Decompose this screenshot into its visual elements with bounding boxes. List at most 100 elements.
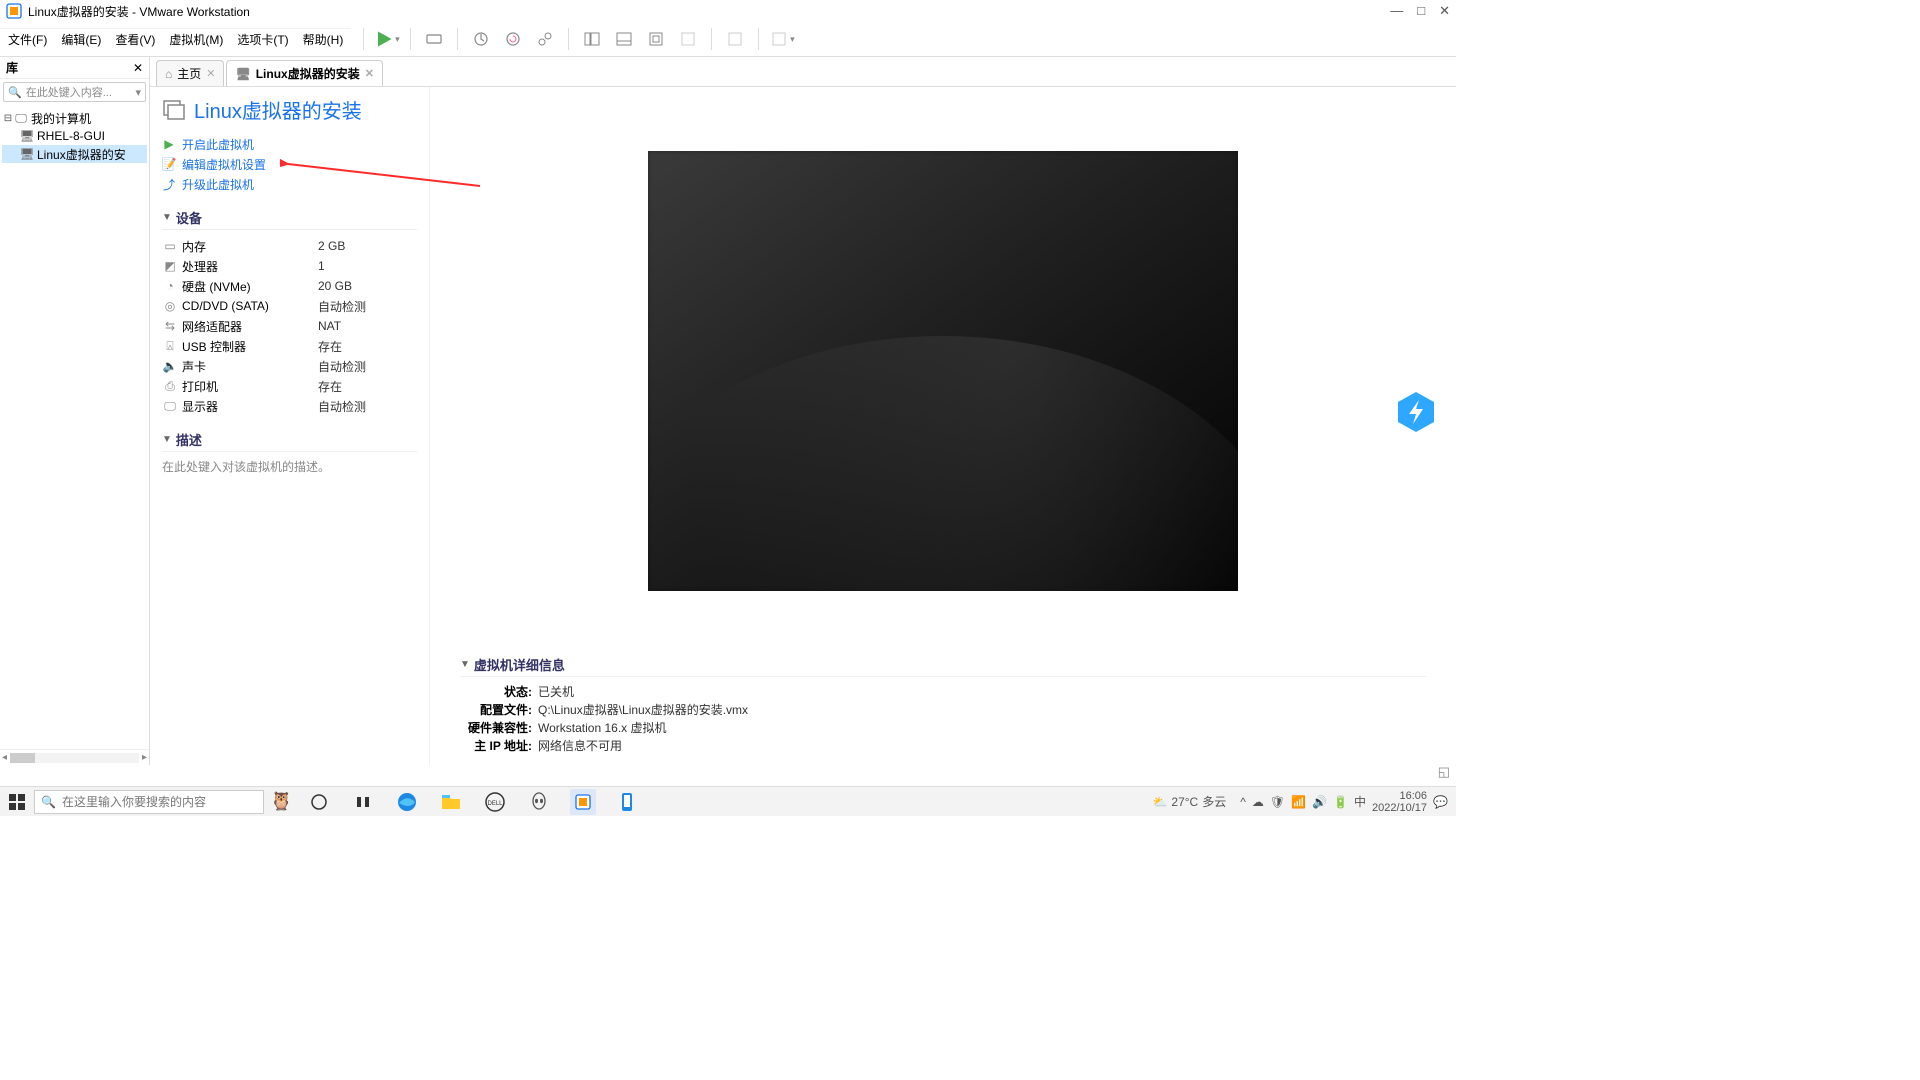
tree-item-rhel[interactable]: 🖥 RHEL-8-GUI bbox=[2, 127, 147, 145]
device-cddvd[interactable]: ◎CD/DVD (SATA)自动检测 bbox=[162, 296, 417, 316]
taskbar-clock[interactable]: 16:06 2022/10/17 bbox=[1372, 790, 1427, 814]
main-area: 库 ✕ 🔍 在此处键入内容... ▾ ⊟ 🖵 我的计算机 🖥 RHEL-8-GU… bbox=[0, 57, 1456, 765]
explorer-button[interactable] bbox=[438, 789, 464, 815]
devices-header[interactable]: ▼ 设备 bbox=[162, 208, 417, 230]
description-header[interactable]: ▼ 描述 bbox=[162, 430, 417, 452]
menu-file[interactable]: 文件(F) bbox=[8, 31, 47, 48]
stretch-button[interactable]: ▾ bbox=[769, 26, 795, 52]
search-icon: 🔍 bbox=[8, 86, 22, 99]
settings-icon: 📝 bbox=[162, 157, 176, 171]
cortana-button[interactable] bbox=[350, 789, 376, 815]
disk-icon: ◔ bbox=[162, 279, 178, 293]
security-icon[interactable]: 🛡 bbox=[1270, 795, 1285, 809]
library-search[interactable]: 🔍 在此处键入内容... ▾ bbox=[3, 82, 146, 102]
edge-button[interactable] bbox=[394, 789, 420, 815]
detail-hw-value: Workstation 16.x 虚拟机 bbox=[538, 719, 667, 737]
unity-button[interactable] bbox=[722, 26, 748, 52]
tab-vm[interactable]: 🖥 Linux虚拟器的安装 ✕ bbox=[226, 60, 382, 86]
usb-icon: ⍓ bbox=[162, 339, 178, 354]
section-title: 设备 bbox=[176, 208, 202, 227]
battery-icon[interactable]: 🔋 bbox=[1333, 795, 1348, 809]
action-edit-settings[interactable]: 📝 编辑虚拟机设置 bbox=[162, 154, 417, 174]
start-button[interactable] bbox=[0, 794, 34, 810]
tab-close-button[interactable]: ✕ bbox=[206, 67, 215, 80]
thunder-badge-icon[interactable] bbox=[1394, 390, 1438, 434]
windows-taskbar: 🔍 在这里输入你要搜索的内容 🦉 DELL ⛅ 27°C 多云 ^ ☁ 🛡 📶 … bbox=[0, 786, 1456, 816]
library-close-button[interactable]: ✕ bbox=[133, 61, 143, 75]
volume-icon[interactable]: 🔊 bbox=[1312, 795, 1327, 809]
tree-item-linux-vm[interactable]: 🖥 Linux虚拟器的安 bbox=[2, 145, 147, 163]
menu-view[interactable]: 查看(V) bbox=[115, 31, 155, 48]
vm-details-header[interactable]: ▼ 虚拟机详细信息 bbox=[460, 655, 1426, 677]
menu-tabs[interactable]: 选项卡(T) bbox=[237, 31, 288, 48]
onedrive-icon[interactable]: ☁ bbox=[1252, 795, 1264, 809]
snapshot-manager-button[interactable] bbox=[532, 26, 558, 52]
device-disk[interactable]: ◔硬盘 (NVMe)20 GB bbox=[162, 276, 417, 296]
vm-title: Linux虚拟器的安装 bbox=[162, 95, 417, 124]
menu-vm[interactable]: 虚拟机(M) bbox=[169, 31, 223, 48]
search-icon: 🔍 bbox=[41, 795, 56, 809]
chevron-down-icon: ▾ bbox=[790, 34, 795, 45]
send-ctrl-alt-del-button[interactable] bbox=[421, 26, 447, 52]
device-cpu[interactable]: ◩处理器1 bbox=[162, 256, 417, 276]
menu-help[interactable]: 帮助(H) bbox=[303, 31, 344, 48]
taskbar-search[interactable]: 🔍 在这里输入你要搜索的内容 bbox=[34, 790, 264, 814]
library-scrollbar[interactable]: ◂▸ bbox=[0, 749, 149, 765]
view-thumbnail-button[interactable] bbox=[611, 26, 637, 52]
vm-screen-preview[interactable] bbox=[648, 151, 1238, 591]
action-power-on[interactable]: ▶ 开启此虚拟机 bbox=[162, 134, 417, 154]
device-usb[interactable]: ⍓USB 控制器存在 bbox=[162, 336, 417, 356]
description-placeholder[interactable]: 在此处键入对该虚拟机的描述。 bbox=[162, 458, 417, 475]
library-tree: ⊟ 🖵 我的计算机 🖥 RHEL-8-GUI 🖥 Linux虚拟器的安 bbox=[0, 105, 149, 749]
action-label: 编辑虚拟机设置 bbox=[182, 156, 266, 173]
device-network[interactable]: ⇆网络适配器NAT bbox=[162, 316, 417, 336]
network-icon[interactable]: 📶 bbox=[1291, 795, 1306, 809]
collapse-icon[interactable]: ⊟ bbox=[2, 113, 14, 124]
tree-root-label: 我的计算机 bbox=[31, 110, 91, 127]
tab-close-button[interactable]: ✕ bbox=[365, 67, 374, 80]
status-corner-icon[interactable]: ◱ bbox=[1438, 764, 1450, 780]
detail-config-key: 配置文件: bbox=[460, 701, 532, 719]
view-fullscreen-button[interactable] bbox=[675, 26, 701, 52]
toolbar: ▾ ▾ bbox=[351, 22, 1456, 56]
view-console-button[interactable] bbox=[643, 26, 669, 52]
close-button[interactable]: ✕ bbox=[1439, 3, 1450, 19]
network-icon: ⇆ bbox=[162, 319, 178, 333]
action-upgrade[interactable]: ⤴ 升级此虚拟机 bbox=[162, 174, 417, 194]
view-library-button[interactable] bbox=[579, 26, 605, 52]
section-title: 描述 bbox=[176, 430, 202, 449]
tab-label: Linux虚拟器的安装 bbox=[256, 65, 360, 82]
window-title: Linux虚拟器的安装 - VMware Workstation bbox=[28, 3, 1390, 20]
vmware-taskbar-button[interactable] bbox=[570, 789, 596, 815]
action-label: 开启此虚拟机 bbox=[182, 136, 254, 153]
device-memory[interactable]: ▭内存2 GB bbox=[162, 236, 417, 256]
maximize-button[interactable]: □ bbox=[1417, 3, 1425, 19]
phone-link-button[interactable] bbox=[614, 789, 640, 815]
chevron-down-icon: ▼ bbox=[162, 212, 172, 223]
alienware-button[interactable] bbox=[526, 789, 552, 815]
power-on-button[interactable]: ▾ bbox=[374, 26, 400, 52]
detail-state-key: 状态: bbox=[460, 683, 532, 701]
ime-indicator[interactable]: 中 bbox=[1354, 793, 1366, 810]
notifications-icon[interactable]: 💬 bbox=[1433, 795, 1448, 809]
detail-state-value: 已关机 bbox=[538, 683, 574, 701]
weather-desc: 多云 bbox=[1202, 793, 1226, 810]
device-sound[interactable]: 🔈声卡自动检测 bbox=[162, 356, 417, 376]
weather-widget[interactable]: ⛅ 27°C 多云 bbox=[1152, 793, 1226, 810]
tab-home[interactable]: ⌂ 主页 ✕ bbox=[156, 60, 224, 86]
chevron-down-icon[interactable]: ▾ bbox=[135, 86, 141, 99]
snapshot-revert-button[interactable] bbox=[500, 26, 526, 52]
menu-edit[interactable]: 编辑(E) bbox=[61, 31, 101, 48]
task-view-button[interactable] bbox=[306, 789, 332, 815]
vm-icon bbox=[162, 98, 186, 122]
minimize-button[interactable]: — bbox=[1390, 3, 1403, 19]
tray-expand-icon[interactable]: ^ bbox=[1240, 795, 1246, 809]
snapshot-button[interactable] bbox=[468, 26, 494, 52]
tree-root-my-computer[interactable]: ⊟ 🖵 我的计算机 bbox=[2, 109, 147, 127]
device-printer[interactable]: ⎙打印机存在 bbox=[162, 376, 417, 396]
vm-icon: 🖥 bbox=[20, 147, 34, 161]
home-icon: ⌂ bbox=[165, 67, 172, 81]
tabstrip: ⌂ 主页 ✕ 🖥 Linux虚拟器的安装 ✕ bbox=[150, 57, 1456, 87]
dell-button[interactable]: DELL bbox=[482, 789, 508, 815]
device-display[interactable]: 🖵显示器自动检测 bbox=[162, 396, 417, 416]
